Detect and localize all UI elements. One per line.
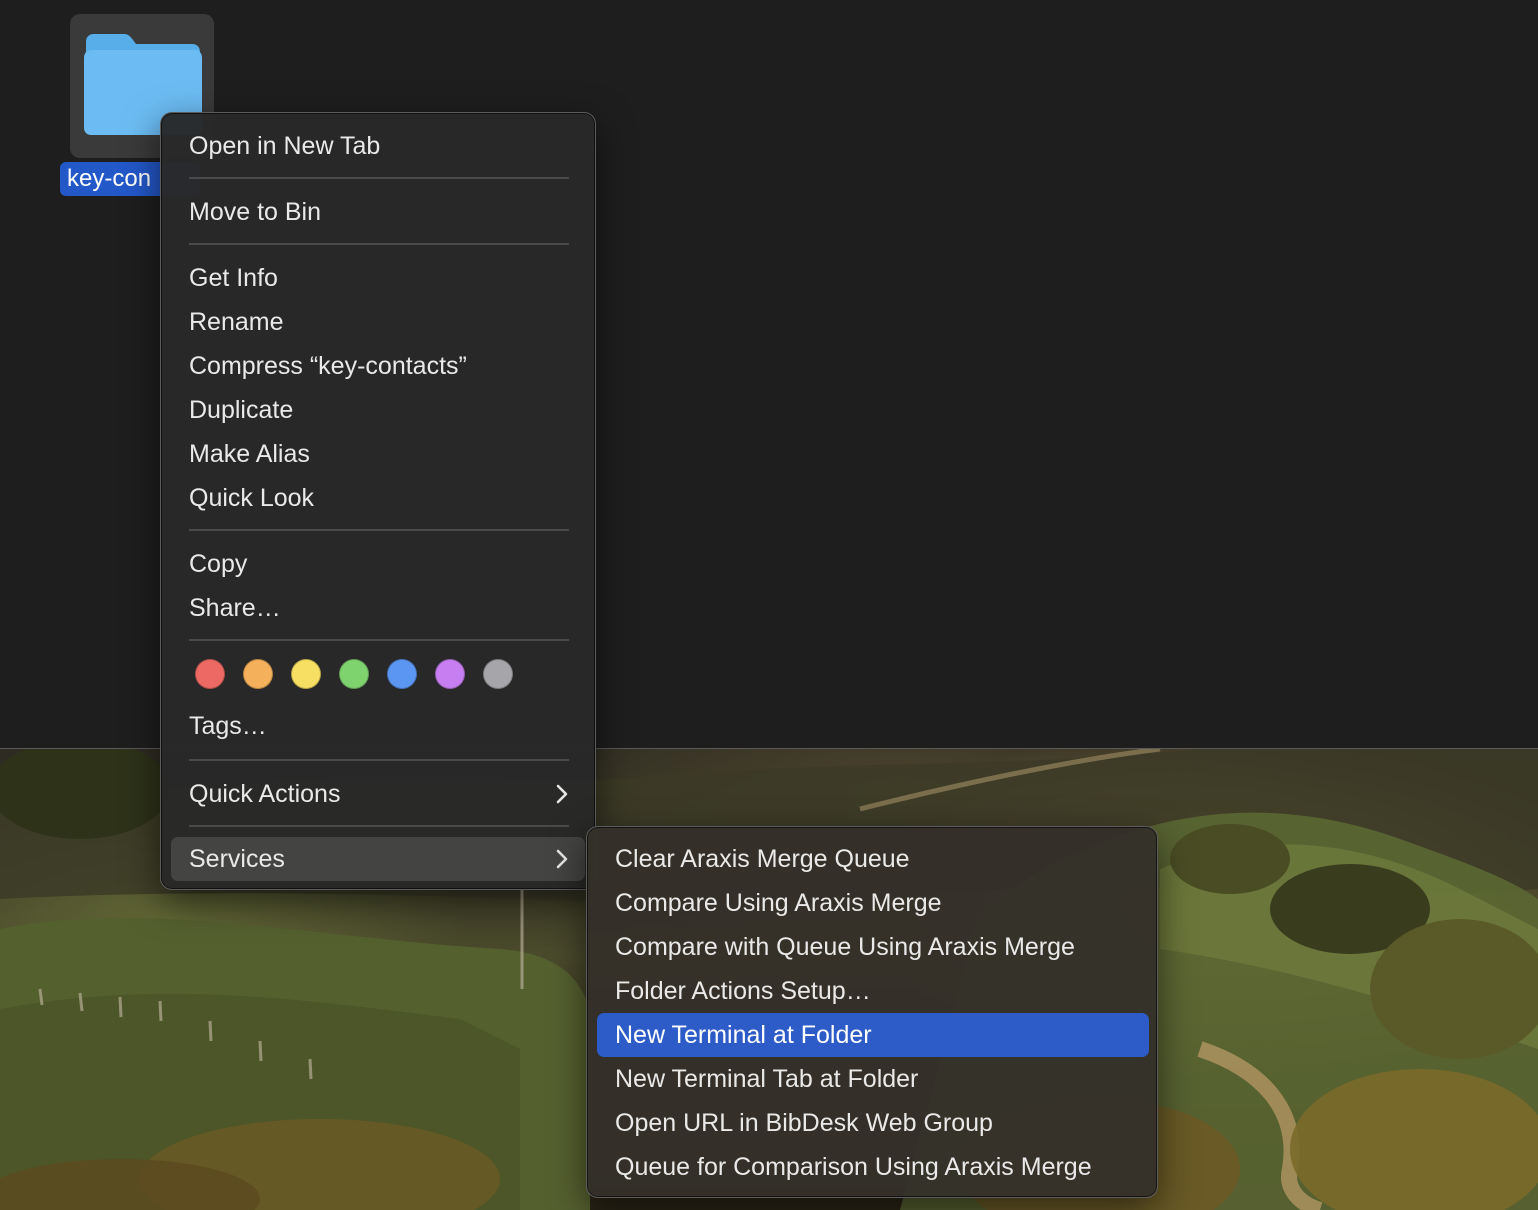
tag-green-dot[interactable] [339, 659, 369, 689]
menu-item-share[interactable]: Share… [171, 586, 585, 630]
tag-purple-dot[interactable] [435, 659, 465, 689]
menu-item-compress[interactable]: Compress “key-contacts” [171, 344, 585, 388]
submenu-item-new-terminal-tab[interactable]: New Terminal Tab at Folder [597, 1057, 1149, 1101]
menu-item-rename[interactable]: Rename [171, 300, 585, 344]
menu-item-services[interactable]: Services [171, 837, 585, 881]
menu-item-open-in-new-tab[interactable]: Open in New Tab [171, 124, 585, 168]
context-menu: Open in New Tab Move to Bin Get Info Ren… [160, 112, 596, 890]
tag-yellow-dot[interactable] [291, 659, 321, 689]
chevron-right-icon [555, 772, 569, 816]
tag-orange-dot[interactable] [243, 659, 273, 689]
submenu-item-open-url-bibdesk[interactable]: Open URL in BibDesk Web Group [597, 1101, 1149, 1145]
menu-separator [189, 825, 569, 827]
menu-item-copy[interactable]: Copy [171, 542, 585, 586]
submenu-item-compare-araxis[interactable]: Compare Using Araxis Merge [597, 881, 1149, 925]
submenu-item-queue-comparison-araxis[interactable]: Queue for Comparison Using Araxis Merge [597, 1145, 1149, 1189]
submenu-item-compare-queue-araxis[interactable]: Compare with Queue Using Araxis Merge [597, 925, 1149, 969]
menu-item-quick-actions[interactable]: Quick Actions [171, 772, 585, 816]
menu-item-label: Services [189, 845, 285, 873]
tag-red-dot[interactable] [195, 659, 225, 689]
menu-separator [189, 529, 569, 531]
submenu-item-clear-araxis-queue[interactable]: Clear Araxis Merge Queue [597, 837, 1149, 881]
menu-separator [189, 759, 569, 761]
menu-item-duplicate[interactable]: Duplicate [171, 388, 585, 432]
menu-separator [189, 243, 569, 245]
menu-item-get-info[interactable]: Get Info [171, 256, 585, 300]
menu-separator [189, 639, 569, 641]
tag-gray-dot[interactable] [483, 659, 513, 689]
tag-blue-dot[interactable] [387, 659, 417, 689]
services-submenu: Clear Araxis Merge Queue Compare Using A… [586, 826, 1158, 1198]
menu-separator [189, 177, 569, 179]
menu-item-make-alias[interactable]: Make Alias [171, 432, 585, 476]
submenu-item-folder-actions-setup[interactable]: Folder Actions Setup… [597, 969, 1149, 1013]
menu-item-label: Quick Actions [189, 780, 341, 808]
submenu-item-new-terminal-at-folder[interactable]: New Terminal at Folder [597, 1013, 1149, 1057]
menu-item-quick-look[interactable]: Quick Look [171, 476, 585, 520]
chevron-right-icon [555, 837, 569, 881]
tag-color-row [195, 659, 513, 691]
menu-item-tags[interactable]: Tags… [171, 704, 585, 748]
menu-item-move-to-bin[interactable]: Move to Bin [171, 190, 585, 234]
screen: key-con Open in New Tab Move to Bin Get … [0, 0, 1538, 1210]
